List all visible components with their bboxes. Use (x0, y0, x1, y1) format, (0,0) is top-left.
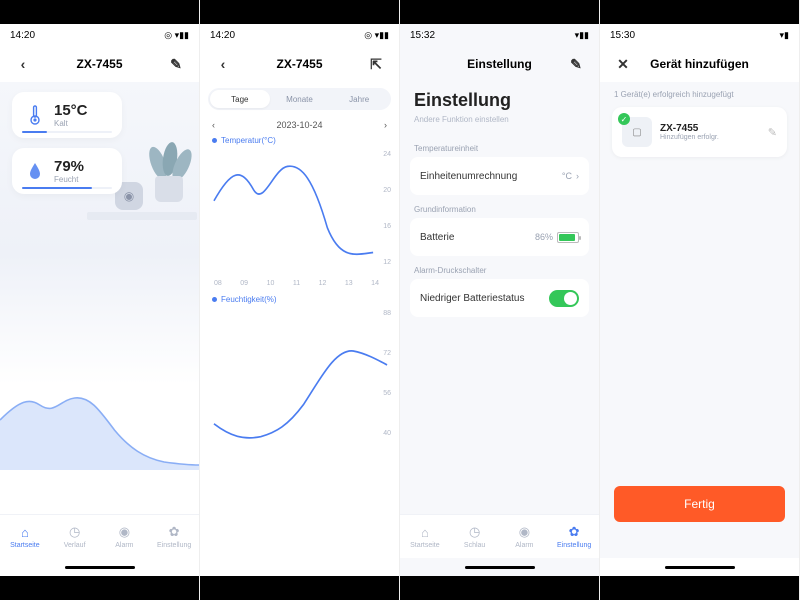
page-title: Einstellung (434, 57, 565, 71)
nav-alarm[interactable]: ◉Alarm (100, 515, 150, 558)
statusbar: 14:20 ◎ ▾▮▮ (0, 24, 199, 46)
bottom-nav: ⌂Startseite ◷Schlau ◉Alarm ✿Einstellung (400, 514, 599, 558)
battery-icon (557, 232, 579, 243)
screen-add-device: 15:30 ▾▮ ✕ Gerät hinzufügen 1 Gerät(e) e… (600, 0, 800, 600)
bottom-nav: ⌂Startseite ◷Verlauf ◉Alarm ✿Einstellung (0, 514, 199, 558)
temp-chart: 24 20 16 12 08091011121314 (206, 147, 393, 287)
section-alarm: Alarm-Druckschalter (400, 256, 599, 279)
settings-heading: Einstellung (400, 82, 599, 113)
status-icons: ▾▮▮ (575, 30, 589, 41)
temp-sparkline (0, 370, 199, 470)
gear-icon: ✿ (169, 524, 180, 540)
screen-home: 14:20 ◎ ▾▮▮ ‹ ZX-7455 ✎ ◉ 15°C Kalt (0, 0, 200, 600)
home-icon: ⌂ (21, 525, 29, 540)
success-text: 1 Gerät(e) erfolgreich hinzugefügt (600, 82, 799, 103)
done-button[interactable]: Fertig (614, 486, 785, 522)
statusbar: 14:20 ◎ ▾▮▮ (200, 24, 399, 46)
section-temperature: Temperatureinheit (400, 134, 599, 157)
unit-value: °C (562, 171, 572, 181)
section-basic: Grundinformation (400, 195, 599, 218)
humidity-chart: 88 72 56 40 (206, 306, 393, 456)
home-icon: ⌂ (421, 525, 429, 540)
status-time: 14:20 (210, 30, 235, 41)
chevron-left-icon[interactable]: ‹ (212, 120, 215, 130)
edit-icon[interactable]: ✎ (565, 56, 587, 73)
humidity-label: Feucht (54, 175, 84, 184)
close-icon[interactable]: ✕ (612, 56, 634, 73)
chevron-right-icon[interactable]: › (384, 120, 387, 130)
settings-subtitle: Andere Funktion einstellen (400, 113, 599, 134)
external-icon[interactable]: ⇱ (365, 56, 387, 73)
titlebar: ‹ ZX-7455 ✎ (0, 46, 199, 82)
titlebar: Einstellung ✎ (400, 46, 599, 82)
humidity-card[interactable]: 79% Feucht (12, 148, 122, 194)
status-icons: ◎ ▾▮▮ (164, 30, 189, 41)
nav-home[interactable]: ⌂Startseite (0, 515, 50, 558)
page-title: ZX-7455 (234, 57, 365, 71)
device-status: Hinzufügen erfolgr. (660, 134, 719, 141)
back-icon[interactable]: ‹ (212, 56, 234, 72)
tab-months[interactable]: Monate (270, 90, 330, 108)
nav-history[interactable]: ◷Verlauf (50, 515, 100, 558)
screen-history: 14:20 ◎ ▾▮▮ ‹ ZX-7455 ⇱ Tage Monate Jahr… (200, 0, 400, 600)
row-unit-conversion[interactable]: Einheitenumrechnung °C› (410, 157, 589, 195)
gear-icon: ✿ (569, 524, 580, 540)
status-time: 15:30 (610, 30, 635, 41)
droplet-icon (24, 160, 46, 182)
low-battery-toggle[interactable] (549, 290, 579, 307)
status-time: 15:32 (410, 30, 435, 41)
screen-settings: 15:32 ▾▮▮ Einstellung ✎ Einstellung Ande… (400, 0, 600, 600)
tab-days[interactable]: Tage (210, 90, 270, 108)
bell-icon: ◉ (519, 524, 530, 540)
nav-smart[interactable]: ◷Schlau (450, 515, 500, 558)
tab-years[interactable]: Jahre (329, 90, 389, 108)
statusbar: 15:30 ▾▮ (600, 24, 799, 46)
temp-label: Kalt (54, 119, 88, 128)
temp-value: 15°C (54, 102, 88, 119)
plant-decoration (145, 122, 193, 202)
temp-card[interactable]: 15°C Kalt (12, 92, 122, 138)
status-icons: ▾▮ (780, 30, 789, 41)
edit-icon[interactable]: ✎ (768, 126, 777, 139)
bell-icon: ◉ (119, 524, 130, 540)
back-icon[interactable]: ‹ (12, 56, 34, 72)
legend-temp: Temperatur(°C) (200, 134, 399, 145)
date-selector[interactable]: ‹ 2023-10-24 › (200, 116, 399, 134)
titlebar: ‹ ZX-7455 ⇱ (200, 46, 399, 82)
thermometer-icon (24, 104, 46, 126)
device-card[interactable]: ▢ ✓ ZX-7455 Hinzufügen erfolgr. ✎ (612, 107, 787, 157)
date-value: 2023-10-24 (276, 120, 322, 130)
humidity-value: 79% (54, 158, 84, 175)
row-low-battery: Niedriger Batteriestatus (410, 279, 589, 317)
nav-settings[interactable]: ✿Einstellung (549, 515, 599, 558)
battery-value: 86% (535, 232, 553, 242)
page-title: Gerät hinzufügen (634, 57, 765, 71)
statusbar: 15:32 ▾▮▮ (400, 24, 599, 46)
chevron-right-icon: › (576, 171, 579, 181)
row-battery[interactable]: Batterie 86% (410, 218, 589, 256)
status-time: 14:20 (10, 30, 35, 41)
titlebar: ✕ Gerät hinzufügen (600, 46, 799, 82)
nav-home[interactable]: ⌂Startseite (400, 515, 450, 558)
nav-settings[interactable]: ✿Einstellung (149, 515, 199, 558)
range-tabs: Tage Monate Jahre (208, 88, 391, 110)
edit-icon[interactable]: ✎ (165, 56, 187, 73)
device-name: ZX-7455 (660, 123, 719, 134)
nav-alarm[interactable]: ◉Alarm (500, 515, 550, 558)
smart-icon: ◷ (469, 524, 480, 540)
device-icon: ▢ ✓ (622, 117, 652, 147)
clock-icon: ◷ (69, 524, 80, 540)
legend-humidity: Feuchtigkeit(%) (200, 289, 399, 304)
page-title: ZX-7455 (34, 57, 165, 71)
status-icons: ◎ ▾▮▮ (364, 30, 389, 41)
check-icon: ✓ (618, 113, 630, 125)
